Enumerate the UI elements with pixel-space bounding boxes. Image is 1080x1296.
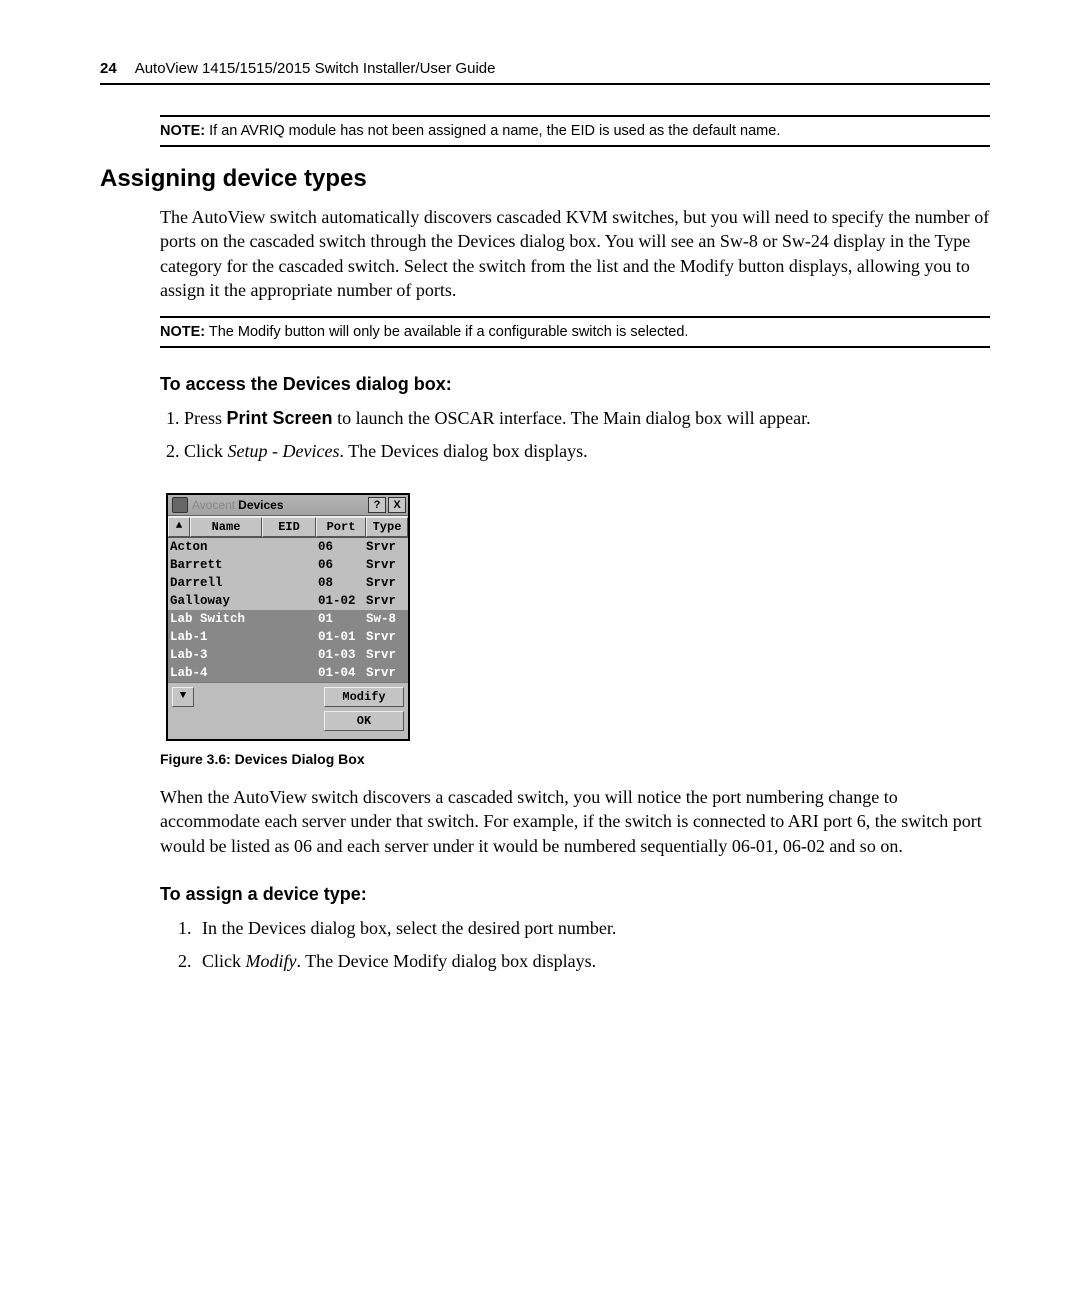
cell-type: Srvr xyxy=(366,574,406,592)
list-item: Press Print Screen to launch the OSCAR i… xyxy=(184,405,990,432)
cell-port: 06 xyxy=(318,556,366,574)
dialog-titlebar: Avocent Devices ? X xyxy=(168,495,408,516)
running-header: 24 AutoView 1415/1515/2015 Switch Instal… xyxy=(100,60,990,85)
step-text: Click xyxy=(184,441,228,461)
cell-type: Srvr xyxy=(366,646,406,664)
cell-type: Srvr xyxy=(366,592,406,610)
table-row[interactable]: Lab-401-04Srvr xyxy=(168,664,408,682)
column-header-type[interactable]: Type xyxy=(366,517,408,537)
intro-paragraph: The AutoView switch automatically discov… xyxy=(160,205,990,302)
section-heading: Assigning device types xyxy=(100,165,990,193)
cell-name: Lab-3 xyxy=(170,646,318,664)
column-header-port[interactable]: Port xyxy=(316,517,366,537)
dialog-title: Devices xyxy=(238,498,283,512)
steps-access-devices: Press Print Screen to launch the OSCAR i… xyxy=(160,405,990,465)
ui-path-setup-devices: Setup - Devices xyxy=(228,441,340,461)
table-row[interactable]: Lab-101-01Srvr xyxy=(168,628,408,646)
page-number: 24 xyxy=(100,60,117,77)
step-text: Press xyxy=(184,408,227,428)
cell-port: 01-04 xyxy=(318,664,366,682)
dialog-footer: ▼ Modify OK xyxy=(168,682,408,739)
subheading-assign-type: To assign a device type: xyxy=(160,884,990,905)
note-text: The Modify button will only be available… xyxy=(205,324,688,340)
note-label: NOTE: xyxy=(160,123,205,139)
table-row[interactable]: Lab-301-03Srvr xyxy=(168,646,408,664)
note-block-2: NOTE: The Modify button will only be ava… xyxy=(160,316,990,348)
cell-port: 01 xyxy=(318,610,366,628)
sort-up-icon[interactable]: ▲ xyxy=(168,517,190,537)
list-item: In the Devices dialog box, select the de… xyxy=(196,915,990,942)
table-row[interactable]: Darrell08Srvr xyxy=(168,574,408,592)
list-item: Click Setup - Devices. The Devices dialo… xyxy=(184,438,990,465)
cell-port: 08 xyxy=(318,574,366,592)
step-text: . The Devices dialog box displays. xyxy=(339,441,587,461)
help-button[interactable]: ? xyxy=(368,497,386,513)
app-logo-icon xyxy=(172,497,188,513)
cascade-paragraph: When the AutoView switch discovers a cas… xyxy=(160,785,990,858)
column-header-eid[interactable]: EID xyxy=(262,517,316,537)
table-row[interactable]: Galloway01-02Srvr xyxy=(168,592,408,610)
cell-port: 01-02 xyxy=(318,592,366,610)
cell-type: Sw-8 xyxy=(366,610,406,628)
note-block-1: NOTE: If an AVRIQ module has not been as… xyxy=(160,115,990,147)
close-button[interactable]: X xyxy=(388,497,406,513)
ok-button[interactable]: OK xyxy=(324,711,404,731)
cell-name: Lab-1 xyxy=(170,628,318,646)
step-text: Click xyxy=(202,951,246,971)
cell-port: 01-01 xyxy=(318,628,366,646)
cell-name: Acton xyxy=(170,538,318,556)
cell-name: Darrell xyxy=(170,574,318,592)
cell-type: Srvr xyxy=(366,664,406,682)
column-header-name[interactable]: Name xyxy=(190,517,262,537)
cell-name: Galloway xyxy=(170,592,318,610)
cell-name: Lab-4 xyxy=(170,664,318,682)
device-list: Acton06SrvrBarrett06SrvrDarrell08SrvrGal… xyxy=(168,538,408,682)
subheading-access-devices: To access the Devices dialog box: xyxy=(160,374,990,395)
figure-devices-dialog: Avocent Devices ? X ▲ Name EID Port Type… xyxy=(166,493,990,741)
brand-text: Avocent xyxy=(192,498,235,512)
step-text: In the Devices dialog box, select the de… xyxy=(202,918,616,938)
cell-type: Srvr xyxy=(366,538,406,556)
note-label: NOTE: xyxy=(160,324,205,340)
sort-down-icon[interactable]: ▼ xyxy=(172,687,194,707)
figure-caption: Figure 3.6: Devices Dialog Box xyxy=(160,751,990,767)
table-row[interactable]: Lab Switch01Sw-8 xyxy=(168,610,408,628)
table-row[interactable]: Acton06Srvr xyxy=(168,538,408,556)
steps-assign-type: In the Devices dialog box, select the de… xyxy=(160,915,990,975)
step-text: . The Device Modify dialog box displays. xyxy=(297,951,597,971)
list-item: Click Modify. The Device Modify dialog b… xyxy=(196,948,990,975)
cell-name: Barrett xyxy=(170,556,318,574)
table-row[interactable]: Barrett06Srvr xyxy=(168,556,408,574)
step-text: to launch the OSCAR interface. The Main … xyxy=(333,408,811,428)
doc-title: AutoView 1415/1515/2015 Switch Installer… xyxy=(135,60,496,77)
column-header-row: ▲ Name EID Port Type xyxy=(168,516,408,538)
devices-dialog: Avocent Devices ? X ▲ Name EID Port Type… xyxy=(166,493,410,741)
cell-port: 01-03 xyxy=(318,646,366,664)
cell-type: Srvr xyxy=(366,556,406,574)
ui-button-modify: Modify xyxy=(246,951,297,971)
keycap-print-screen: Print Screen xyxy=(227,408,333,428)
cell-name: Lab Switch xyxy=(170,610,318,628)
cell-type: Srvr xyxy=(366,628,406,646)
modify-button[interactable]: Modify xyxy=(324,687,404,707)
note-text: If an AVRIQ module has not been assigned… xyxy=(205,123,780,139)
cell-port: 06 xyxy=(318,538,366,556)
